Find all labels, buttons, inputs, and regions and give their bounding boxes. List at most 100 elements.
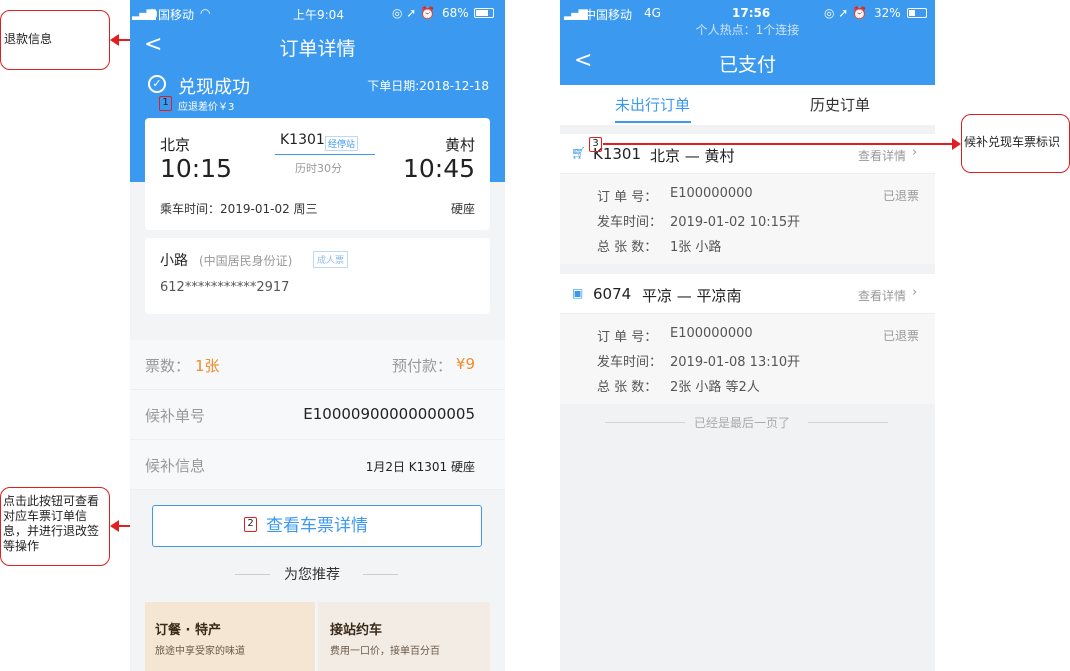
arrow-right-3 (952, 138, 961, 150)
order-state: 已退票 (882, 329, 919, 343)
marker-3: 3 (589, 137, 602, 152)
view-ticket-help-text: 点击此按钮可查看对应车票订单信息，并进行退改签等操作 (3, 494, 100, 553)
departure-time: 2019-01-02 10:15开 (670, 215, 801, 230)
arrival-time: 10:45 (402, 154, 475, 183)
candidate-number-value: E10000900000000005 (303, 405, 475, 423)
view-ticket-button[interactable]: 查看车票详情 (152, 505, 482, 547)
departure-time: 10:15 (160, 154, 233, 183)
count-label: 总 张 数： (597, 380, 658, 395)
view-detail-link[interactable]: 查看详情 (858, 287, 906, 304)
recommend-divider-right (363, 574, 398, 575)
route: 平凉 — 平凉南 (642, 287, 742, 305)
route: 北京 — 黄村 (650, 147, 735, 165)
departure-time: 2019-01-08 13:10开 (670, 355, 801, 370)
trip-card: 北京 K1301 经停站 黄村 10:15 历时30分 10:45 乘车时间：2… (145, 118, 490, 230)
to-station: 黄村 (444, 136, 475, 154)
recommend-title: 为您推荐 (284, 567, 340, 583)
candidate-info-value: 1月2日 K1301 硬座 (365, 460, 475, 474)
count-label: 总 张 数： (597, 240, 658, 255)
marker-1: 1 (159, 96, 172, 111)
candidate-mark-callout: 候补兑现车票标识 (961, 114, 1070, 173)
id-number: 612***********2917 (160, 280, 290, 295)
order-card[interactable]: 🛒︎ K1301 北京 — 黄村 查看详情 › 订 单 号： E10000000… (560, 134, 935, 264)
status-icons: ◎ ➚ ⏰ (824, 6, 868, 20)
candidate-number-label: 候补单号 (145, 407, 206, 425)
tickets-value: 1张 (195, 357, 220, 375)
order-no-label: 订 单 号： (597, 190, 658, 205)
clock: 17:56 (732, 6, 771, 20)
candidate-number-row: 候补单号 E10000900000000005 (130, 390, 505, 440)
order-detail-screen: ▂▄▆ 中国移动 ◠ 上午9:04 ◎ ➚ ⏰ 68% < 订单详情 ✓ 兑现成… (130, 0, 505, 671)
order-header: ▣ 6074 平凉 — 平凉南 查看详情 › (560, 274, 935, 314)
promo-car-card[interactable]: 接站约车 费用一口价，接单百分百 (318, 602, 490, 671)
departure-label: 发车时间： (597, 355, 663, 370)
promo-car-title: 接站约车 (330, 623, 383, 638)
train-number: K1301 (280, 132, 325, 148)
promo-food-title: 订餐 · 特产 (155, 623, 221, 638)
seat-type: 硬座 (450, 202, 475, 216)
view-ticket-callout: 点击此按钮可查看对应车票订单信息，并进行退改签等操作 (0, 487, 110, 566)
connector-line (603, 143, 953, 145)
tab-history[interactable]: 历史订单 (810, 94, 870, 115)
duration: 历时30分 (295, 162, 342, 175)
prepay-label: 预付款： (392, 357, 453, 375)
cart-icon: 🛒︎ (571, 146, 587, 160)
departure-label: 发车时间： (597, 215, 663, 230)
order-header: 🛒︎ K1301 北京 — 黄村 查看详情 › (560, 134, 935, 174)
tickets-label: 票数： (145, 357, 191, 375)
promo-food-card[interactable]: 订餐 · 特产 旅途中享受家的味道 (145, 602, 315, 671)
order-card[interactable]: ▣ 6074 平凉 — 平凉南 查看详情 › 订 单 号： E100000000… (560, 274, 935, 404)
chevron-right-icon: › (912, 285, 918, 300)
tab-active-indicator (615, 121, 691, 123)
order-date: 下单日期:2018-12-18 (367, 79, 489, 93)
refund-info-text: 退款信息 (4, 32, 53, 46)
battery-icon (907, 8, 927, 18)
order-no-label: 订 单 号： (597, 330, 658, 345)
bus-icon: ▣ (572, 286, 584, 300)
success-text: 兑现成功 (178, 77, 250, 98)
end-divider-right (808, 422, 888, 423)
passenger-card: 小路 (中国居民身份证) 成人票 612***********2917 (145, 238, 490, 314)
refund-info-callout: 退款信息 (0, 10, 110, 70)
via-tag: 经停站 (325, 136, 359, 151)
refund-diff: 应退差价￥3 (178, 102, 235, 113)
view-ticket-label: 查看车票详情 (266, 516, 368, 536)
order-body: 订 单 号： E100000000 已退票 发车时间： 2019-01-02 1… (560, 174, 935, 264)
hotspot-text: 个人热点：1个连接 (695, 23, 800, 37)
candidate-info-row: 候补信息 1月2日 K1301 硬座 (130, 440, 505, 490)
clock: 上午9:04 (293, 8, 344, 22)
tab-upcoming[interactable]: 未出行订单 (615, 94, 690, 115)
from-station: 北京 (160, 136, 191, 154)
page-title: 已支付 (718, 54, 776, 76)
check-circle-icon: ✓ (148, 75, 166, 93)
direction-arrow (275, 154, 375, 155)
network-type: 4G (644, 6, 661, 20)
chevron-right-icon: › (912, 145, 918, 160)
candidate-info-label: 候补信息 (145, 457, 206, 475)
page-title: 订单详情 (279, 38, 356, 60)
marker-2: 2 (244, 517, 257, 532)
promo-food-sub: 旅途中享受家的味道 (155, 646, 245, 657)
ticket-type-tag: 成人票 (313, 251, 349, 268)
wifi-icon: ◠ (200, 6, 211, 20)
status-icons: ◎ ➚ ⏰ (392, 6, 436, 20)
order-no: E100000000 (670, 326, 753, 341)
view-detail-link[interactable]: 查看详情 (858, 147, 906, 164)
train-number: 6074 (593, 285, 632, 303)
order-no: E100000000 (670, 186, 753, 201)
promo-car-sub: 费用一口价，接单百分百 (330, 646, 440, 657)
signal-icon: ▂▄▆ (564, 6, 588, 20)
carrier: 中国移动 (146, 8, 195, 22)
order-state: 已退票 (882, 189, 919, 203)
last-page-text: 已经是最后一页了 (694, 416, 791, 430)
battery-percent: 68% (442, 6, 469, 20)
status-bar: ▂▄▆ 中国移动 ◠ 上午9:04 ◎ ➚ ⏰ 68% (130, 0, 505, 26)
battery-icon (474, 8, 494, 18)
paid-orders-screen: ▂▄▆ 中国移动 4G 17:56 ◎ ➚ ⏰ 32% 个人热点：1个连接 < … (560, 0, 935, 671)
ride-time: 乘车时间：2019-01-02 周三 (160, 202, 318, 216)
end-divider-left (605, 422, 685, 423)
tab-bar: 未出行订单 历史订单 (560, 85, 935, 125)
prepay-value: ¥9 (455, 355, 475, 373)
passenger-name: 小路 (160, 253, 188, 269)
tickets-row: 票数： 1张 预付款： ¥9 (130, 340, 505, 390)
